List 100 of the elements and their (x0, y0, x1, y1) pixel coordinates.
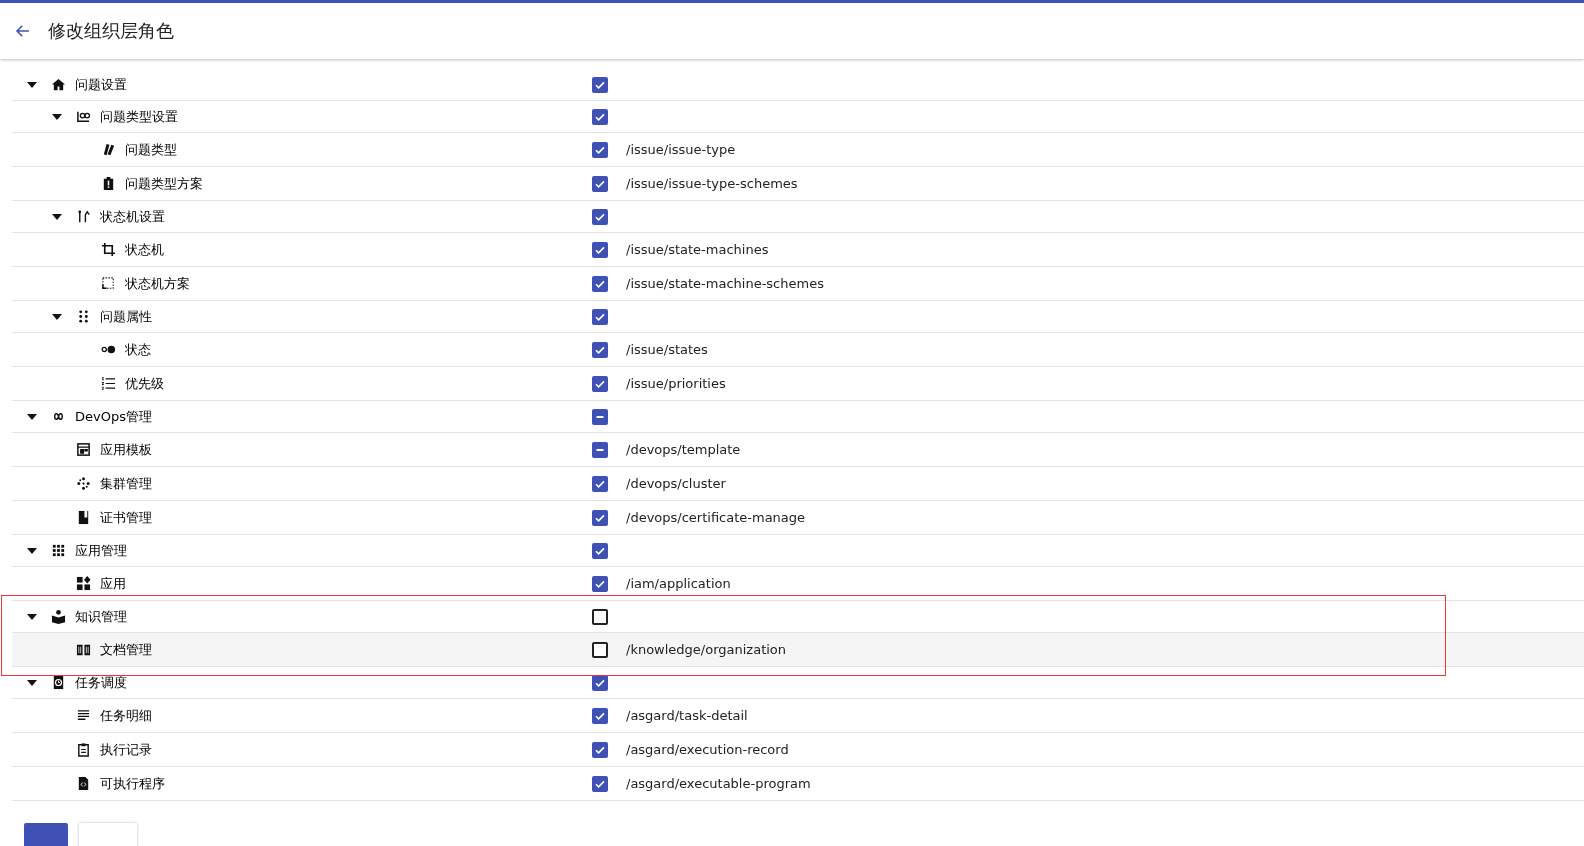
checkbox[interactable] (592, 108, 608, 125)
menu-icon (76, 510, 91, 525)
route-path: /devops/certificate-manage (626, 510, 806, 525)
menu-label: 知识管理 (75, 607, 127, 626)
menu-label: 问题属性 (100, 307, 152, 326)
tree-row[interactable]: 集群管理 /devops/cluster (12, 467, 1584, 501)
menu-label: 任务调度 (75, 673, 127, 692)
menu-label: DevOps管理 (75, 407, 152, 426)
checkbox[interactable] (592, 641, 608, 658)
menu-icon (76, 776, 91, 791)
highlighted-row[interactable]: 文档管理 /knowledge/organization (12, 633, 1584, 667)
checkbox[interactable] (592, 441, 608, 458)
checkbox[interactable] (592, 542, 608, 559)
route-path: /issue/priorities (626, 376, 726, 391)
expand-caret-icon[interactable] (27, 413, 37, 420)
menu-label: 证书管理 (100, 508, 152, 527)
tree-row[interactable]: 问题类型 /issue/issue-type (12, 133, 1584, 167)
menu-label: 问题类型 (125, 140, 177, 159)
menu-label: 问题类型设置 (100, 107, 178, 126)
menu-label: 问题设置 (75, 75, 127, 94)
tree-row[interactable]: 状态机设置 (12, 201, 1584, 233)
tree-row[interactable]: 状态机 /issue/state-machines (12, 233, 1584, 267)
menu-icon (101, 376, 116, 391)
menu-icon (101, 242, 116, 257)
route-path: /issue/issue-type-schemes (626, 176, 798, 191)
checkbox[interactable] (592, 141, 608, 158)
expand-caret-icon[interactable] (27, 81, 37, 88)
menu-icon (101, 176, 116, 191)
menu-label: 问题类型方案 (125, 174, 203, 193)
menu-icon (76, 576, 91, 591)
tree-row[interactable]: 任务调度 (12, 667, 1584, 699)
checkbox[interactable] (592, 341, 608, 358)
route-path: /iam/application (626, 576, 731, 591)
menu-label: 文档管理 (100, 640, 152, 659)
menu-icon (51, 543, 66, 558)
checkbox[interactable] (592, 674, 608, 691)
menu-icon (76, 109, 91, 124)
back-arrow-icon (14, 22, 32, 40)
route-path: /asgard/execution-record (626, 742, 789, 757)
menu-icon (76, 309, 91, 324)
tree-row[interactable]: 状态机方案 /issue/state-machine-schemes (12, 267, 1584, 301)
expand-caret-icon[interactable] (52, 213, 62, 220)
menu-icon (76, 708, 91, 723)
menu-label: 应用管理 (75, 541, 127, 560)
checkbox[interactable] (592, 175, 608, 192)
tree-row[interactable]: 可执行程序 /asgard/executable-program (12, 767, 1584, 801)
checkbox[interactable] (592, 76, 608, 93)
menu-icon (101, 142, 116, 157)
menu-label: 状态机 (125, 240, 164, 259)
menu-label: 任务明细 (100, 706, 152, 725)
tree-row[interactable]: 应用模板 /devops/template (12, 433, 1584, 467)
menu-icon (76, 742, 91, 757)
tree-row[interactable]: 状态 /issue/states (12, 333, 1584, 367)
route-path: /issue/state-machine-schemes (626, 276, 824, 291)
checkbox[interactable] (592, 208, 608, 225)
menu-label: 优先级 (125, 374, 164, 393)
checkbox[interactable] (592, 741, 608, 758)
route-path: /issue/issue-type (626, 142, 736, 157)
tree-row[interactable]: 问题类型设置 (12, 101, 1584, 133)
checkbox[interactable] (592, 575, 608, 592)
checkbox[interactable] (592, 375, 608, 392)
checkbox[interactable] (592, 775, 608, 792)
menu-label: 可执行程序 (100, 774, 165, 793)
expand-caret-icon[interactable] (52, 113, 62, 120)
checkbox[interactable] (592, 707, 608, 724)
menu-label: 状态机设置 (100, 207, 165, 226)
tree-row[interactable]: 问题属性 (12, 301, 1584, 333)
tree-row[interactable]: 证书管理 /devops/certificate-manage (12, 501, 1584, 535)
expand-caret-icon[interactable] (52, 313, 62, 320)
checkbox[interactable] (592, 608, 608, 625)
menu-icon (51, 609, 66, 624)
route-path: /knowledge/organization (626, 642, 787, 657)
tree-row[interactable]: 问题类型方案 /issue/issue-type-schemes (12, 167, 1584, 201)
checkbox[interactable] (592, 509, 608, 526)
checkbox[interactable] (592, 475, 608, 492)
tree-row[interactable]: 优先级 /issue/priorities (12, 367, 1584, 401)
checkbox[interactable] (592, 308, 608, 325)
menu-icon (76, 476, 91, 491)
tree-row[interactable]: 应用 /iam/application (12, 567, 1584, 601)
page-title: 修改组织层角色 (48, 19, 174, 43)
checkbox[interactable] (592, 408, 608, 425)
checkbox[interactable] (592, 241, 608, 258)
route-path: /issue/states (626, 342, 708, 357)
menu-label: 执行记录 (100, 740, 152, 759)
checkbox[interactable] (592, 275, 608, 292)
menu-icon (76, 442, 91, 457)
menu-label: 状态 (125, 340, 151, 359)
tree-row[interactable]: DevOps管理 (12, 401, 1584, 433)
tree-row[interactable]: 执行记录 /asgard/execution-record (12, 733, 1584, 767)
expand-caret-icon[interactable] (27, 547, 37, 554)
route-path: /issue/state-machines (626, 242, 769, 257)
tree-row[interactable]: 问题设置 (12, 69, 1584, 101)
expand-caret-icon[interactable] (27, 613, 37, 620)
menu-label: 集群管理 (100, 474, 152, 493)
route-path: /asgard/executable-program (626, 776, 811, 791)
tree-row[interactable]: 任务明细 /asgard/task-detail (12, 699, 1584, 733)
route-path: /devops/template (626, 442, 741, 457)
expand-caret-icon[interactable] (27, 679, 37, 686)
menu-icon (76, 209, 91, 224)
tree-row[interactable]: 应用管理 (12, 535, 1584, 567)
